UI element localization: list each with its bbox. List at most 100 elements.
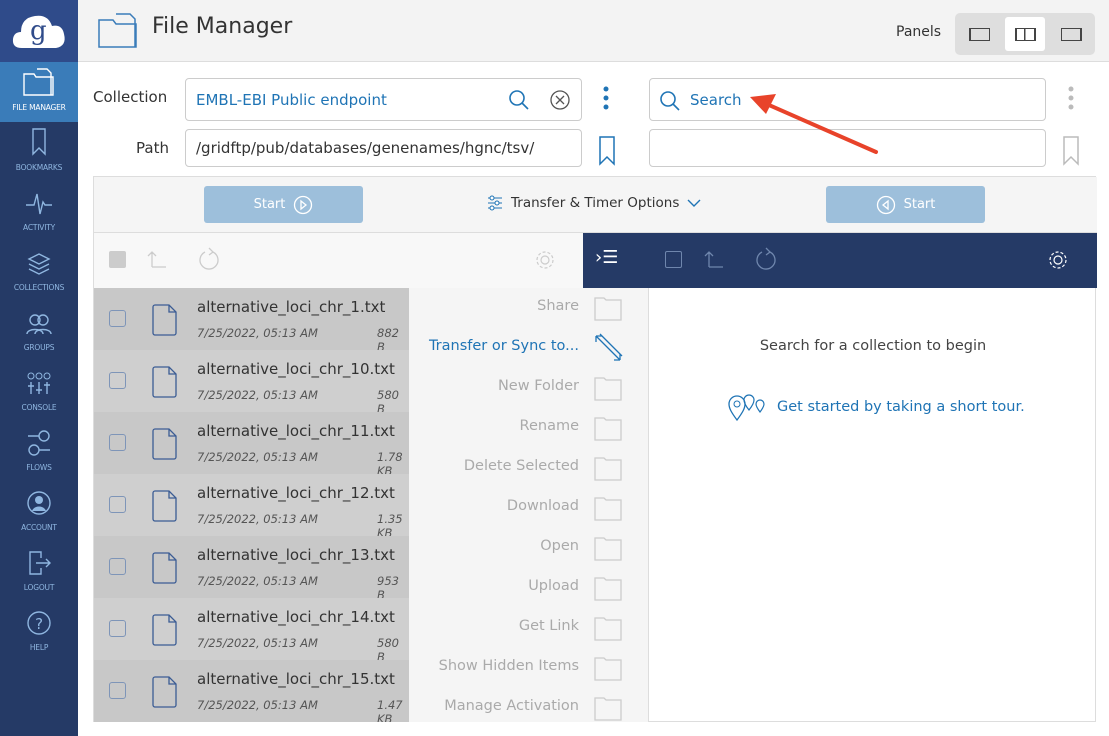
tour-link[interactable]: Get started by taking a short tour. (727, 392, 1025, 422)
file-row[interactable]: alternative_loci_chr_10.txt 7/25/2022, 05… (94, 350, 409, 416)
menu-item-upload[interactable]: Upload (409, 568, 649, 608)
menu-item-show-hidden-items[interactable]: Show Hidden Items (409, 648, 649, 688)
file-icon (152, 490, 177, 522)
svg-text:?: ? (35, 615, 43, 633)
sidebar-item-logout[interactable]: LOGOUT (0, 542, 78, 602)
sliders-icon (488, 195, 502, 211)
left-pane-toolbar (94, 233, 583, 288)
new-folder-icon (593, 373, 623, 407)
account-icon (26, 490, 52, 523)
start-label: Start (253, 197, 286, 212)
activity-icon (25, 192, 53, 223)
file-row[interactable]: alternative_loci_chr_12.txt 7/25/2022, 05… (94, 474, 409, 540)
sidebar-item-collections[interactable]: COLLECTIONS (0, 242, 78, 302)
share-icon (593, 293, 623, 327)
file-checkbox[interactable] (109, 310, 126, 327)
menu-item-label: Get Link (518, 618, 579, 634)
file-list: alternative_loci_chr_1.txt 7/25/2022, 05:… (94, 288, 409, 722)
sidebar-item-file-manager[interactable]: FILE MANAGER (0, 62, 78, 122)
help-icon: ? (26, 610, 52, 643)
globus-logo[interactable]: g (0, 0, 78, 62)
refresh-icon[interactable] (198, 247, 220, 271)
layers-icon (27, 252, 51, 283)
start-left-button[interactable]: Start (204, 186, 363, 223)
start-label: Start (903, 197, 936, 212)
sidebar-item-activity[interactable]: ACTIVITY (0, 182, 78, 242)
sidebar-item-console[interactable]: CONSOLE (0, 362, 78, 422)
menu-item-share[interactable]: Share (409, 288, 649, 328)
collection-input[interactable]: EMBL-EBI Public endpoint (185, 78, 582, 121)
clear-icon[interactable] (549, 89, 571, 111)
select-all-checkbox[interactable] (109, 251, 126, 268)
menu-item-delete-selected[interactable]: Delete Selected (409, 448, 649, 488)
menu-item-open[interactable]: Open (409, 528, 649, 568)
file-icon (152, 614, 177, 646)
sidebar-item-help[interactable]: ? HELP (0, 602, 78, 662)
file-checkbox[interactable] (109, 558, 126, 575)
right-pane: Search for a collection to begin Get sta… (649, 288, 1097, 722)
select-all-checkbox[interactable] (665, 251, 682, 268)
two-panel-icon (1014, 27, 1036, 41)
file-checkbox[interactable] (109, 496, 126, 513)
sidebar-item-label: FLOWS (26, 463, 52, 472)
gear-icon[interactable] (1047, 249, 1069, 271)
menu-item-label: Open (540, 538, 579, 554)
flows-icon (26, 430, 52, 463)
sidebar-item-flows[interactable]: FLOWS (0, 422, 78, 482)
path-label: Path (136, 139, 169, 157)
menu-item-manage-activation[interactable]: Manage Activation (409, 688, 649, 728)
menu-item-rename[interactable]: Rename (409, 408, 649, 448)
file-checkbox[interactable] (109, 620, 126, 637)
more-options-icon[interactable] (600, 84, 612, 114)
file-row[interactable]: alternative_loci_chr_15.txt 7/25/2022, 05… (94, 660, 409, 722)
up-folder-icon[interactable] (703, 249, 725, 269)
file-row[interactable]: alternative_loci_chr_1.txt 7/25/2022, 05:… (94, 288, 409, 354)
show-hidden-items-icon (593, 653, 623, 687)
sidebar-item-account[interactable]: ACCOUNT (0, 482, 78, 542)
right-pane-toolbar: ›☰ (583, 233, 1097, 288)
search-icon[interactable] (508, 89, 530, 111)
file-checkbox[interactable] (109, 682, 126, 699)
file-row[interactable]: alternative_loci_chr_11.txt 7/25/2022, 05… (94, 412, 409, 478)
search-icon (660, 91, 680, 111)
bookmark-icon[interactable] (1062, 136, 1080, 166)
menu-item-label: Share (537, 298, 579, 314)
sidebar-item-label: ACTIVITY (23, 223, 55, 232)
two-panel-button[interactable] (1005, 17, 1045, 51)
actions-menu: Share Transfer or Sync to... New Folder Ren… (409, 288, 649, 722)
menu-item-transfer-or-sync-to[interactable]: Transfer or Sync to... (409, 328, 649, 368)
more-options-icon[interactable] (1065, 84, 1077, 114)
panels-toggle (955, 13, 1095, 55)
bookmark-icon[interactable] (598, 136, 616, 166)
groups-icon (25, 312, 53, 343)
file-checkbox[interactable] (109, 372, 126, 389)
transfer-panel: Start Transfer & Timer Options Start ›☰ … (93, 176, 1097, 722)
right-panel-button[interactable] (1051, 17, 1091, 51)
file-name: alternative_loci_chr_15.txt (197, 670, 395, 688)
panels-label: Panels (896, 24, 942, 40)
toggle-menu-icon[interactable]: ›☰ (595, 247, 618, 268)
sidebar-item-groups[interactable]: GROUPS (0, 302, 78, 362)
menu-item-download[interactable]: Download (409, 488, 649, 528)
file-checkbox[interactable] (109, 434, 126, 451)
single-panel-button[interactable] (959, 17, 999, 51)
file-date: 7/25/2022, 05:13 AM (197, 698, 318, 712)
menu-item-new-folder[interactable]: New Folder (409, 368, 649, 408)
play-left-icon (876, 195, 895, 214)
sidebar-item-label: HELP (29, 643, 49, 652)
collection-label: Collection (93, 88, 168, 106)
gear-icon[interactable] (534, 249, 556, 271)
manage-activation-icon (593, 693, 623, 727)
file-row[interactable]: alternative_loci_chr_14.txt 7/25/2022, 05… (94, 598, 409, 664)
up-folder-icon[interactable] (146, 249, 168, 269)
svg-text:g: g (30, 16, 47, 46)
refresh-icon[interactable] (755, 247, 777, 271)
transfer-options-toggle[interactable]: Transfer & Timer Options (487, 195, 701, 211)
file-row[interactable]: alternative_loci_chr_13.txt 7/25/2022, 05… (94, 536, 409, 602)
menu-item-label: Rename (519, 418, 579, 434)
start-right-button[interactable]: Start (826, 186, 985, 223)
path-input[interactable]: /gridftp/pub/databases/genenames/hgnc/ts… (185, 129, 582, 167)
sidebar-item-bookmarks[interactable]: BOOKMARKS (0, 122, 78, 182)
menu-item-get-link[interactable]: Get Link (409, 608, 649, 648)
right-panel-icon (1060, 27, 1082, 41)
